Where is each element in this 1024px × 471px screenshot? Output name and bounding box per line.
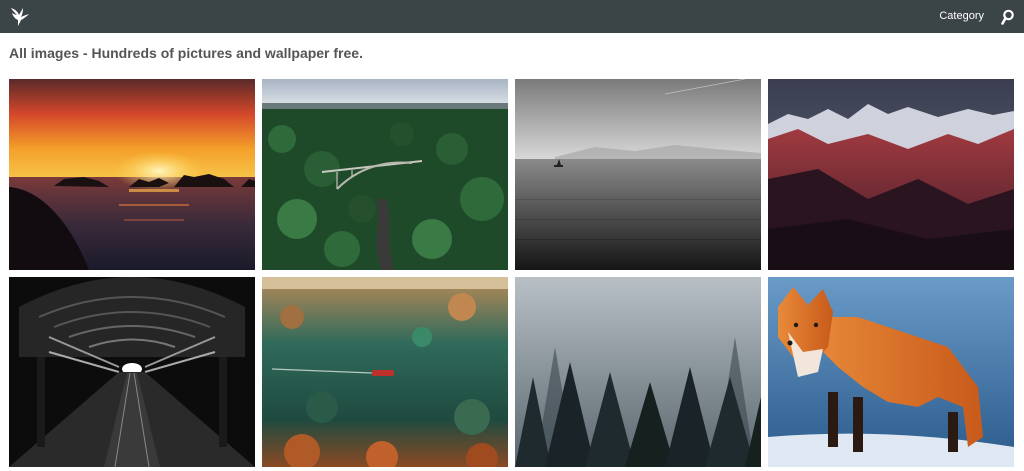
- mountains-image: [768, 79, 1014, 270]
- image-gallery: [0, 0, 1024, 471]
- gallery-image-bridge-forest[interactable]: [262, 79, 508, 270]
- gallery-image-aerial-river[interactable]: [262, 277, 508, 467]
- sunset-image: [9, 79, 255, 270]
- bridge-forest-image: [262, 79, 508, 270]
- train-station-image: [9, 277, 255, 467]
- misty-lake-image: [515, 79, 761, 270]
- gallery-image-fox[interactable]: [768, 277, 1014, 467]
- gallery-image-foggy-forest[interactable]: [515, 277, 761, 467]
- fox-image: [768, 277, 1014, 467]
- aerial-river-image: [262, 277, 508, 467]
- gallery-image-misty-lake[interactable]: [515, 79, 761, 270]
- gallery-image-sunset[interactable]: [9, 79, 255, 270]
- gallery-image-train-station[interactable]: [9, 277, 255, 467]
- gallery-image-mountains[interactable]: [768, 79, 1014, 270]
- foggy-forest-image: [515, 277, 761, 467]
